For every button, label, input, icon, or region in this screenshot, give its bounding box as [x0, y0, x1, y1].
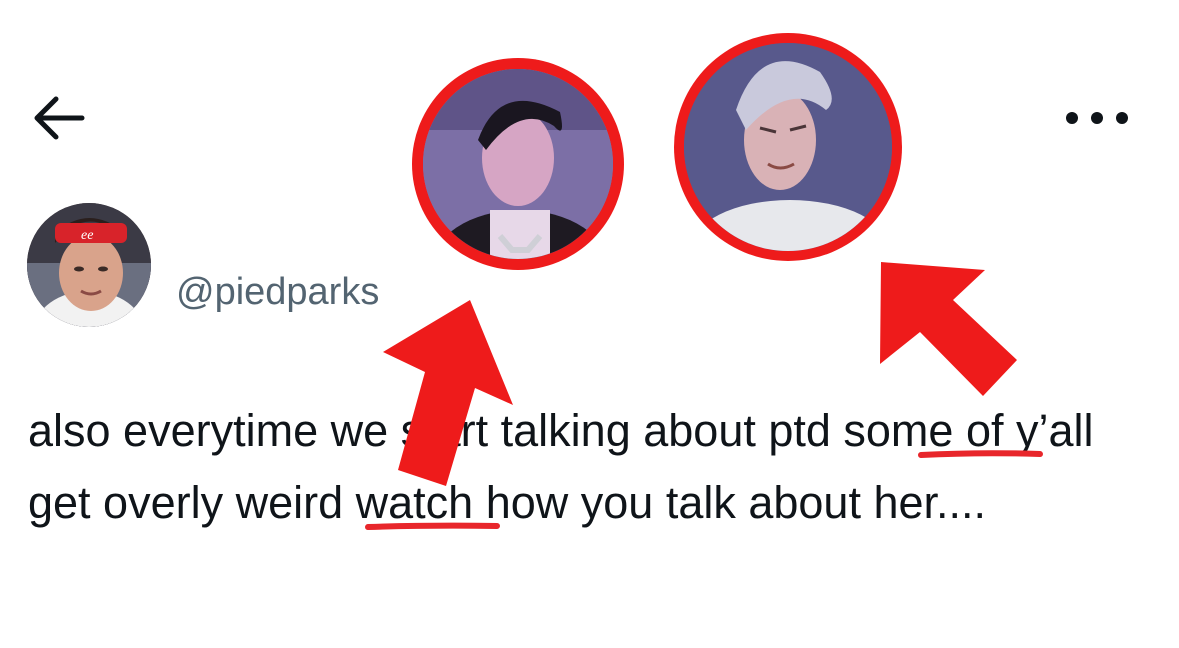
more-options-button[interactable] — [1062, 98, 1132, 138]
highlight-circle-left — [412, 58, 624, 270]
underline-some — [918, 450, 1043, 458]
tweet-text-part: watch how you talk about her.... — [343, 477, 987, 528]
annotation-overlay — [365, 33, 1043, 530]
avatar[interactable]: ee — [27, 203, 151, 327]
tweet-body: also everytime we start talking about pt… — [28, 395, 1138, 539]
more-horizontal-icon — [1066, 112, 1128, 124]
underlined-word-weird: weird — [235, 477, 344, 528]
user-handle[interactable]: @piedparks — [176, 270, 379, 314]
highlight-circle-right — [674, 33, 902, 261]
svg-text:ee: ee — [81, 228, 93, 243]
back-button[interactable] — [30, 88, 90, 148]
avatar-photo: ee — [27, 203, 151, 327]
arrow-up-left-highlight-right — [880, 262, 1017, 396]
tweet-detail-screen: t ee @piedparks also everytime we start … — [0, 0, 1179, 648]
arrow-left-icon — [34, 96, 85, 140]
underline-weird — [365, 522, 500, 530]
